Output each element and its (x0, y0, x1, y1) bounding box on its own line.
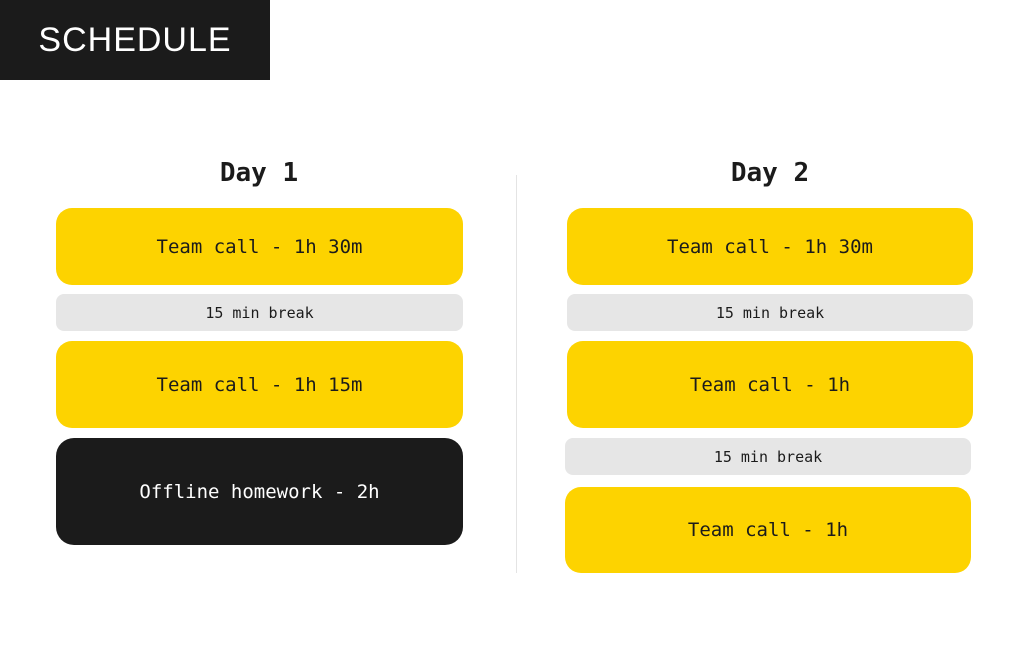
block-label: Team call - 1h (689, 373, 851, 396)
day-1-title: Day 1 (219, 158, 299, 188)
schedule-title: SCHEDULE (38, 20, 232, 59)
day-1-team-call-2[interactable]: Team call - 1h 15m (56, 341, 463, 428)
day-2-team-call-3[interactable]: Team call - 1h (565, 487, 971, 573)
schedule-header: SCHEDULE (0, 0, 270, 80)
day-2-break-2[interactable]: 15 min break (565, 438, 971, 475)
day-2-break-1[interactable]: 15 min break (567, 294, 973, 331)
day-2-team-call-1[interactable]: Team call - 1h 30m (567, 208, 973, 285)
block-label: 15 min break (205, 303, 314, 322)
block-label: 15 min break (715, 303, 825, 322)
block-label: 15 min break (713, 447, 823, 466)
day-2-team-call-2[interactable]: Team call - 1h (567, 341, 973, 428)
block-label: Team call - 1h 30m (667, 235, 873, 258)
day-1-team-call-1[interactable]: Team call - 1h 30m (56, 208, 463, 285)
day-2-title: Day 2 (730, 158, 810, 188)
block-label: Team call - 1h 15m (156, 373, 363, 396)
block-label: Offline homework - 2h (139, 480, 380, 503)
block-label: Team call - 1h 30m (156, 235, 363, 258)
block-label: Team call - 1h (687, 519, 849, 541)
day-1-offline-homework[interactable]: Offline homework - 2h (56, 438, 463, 545)
day-divider (516, 175, 517, 573)
day-1-break-1[interactable]: 15 min break (56, 294, 463, 331)
